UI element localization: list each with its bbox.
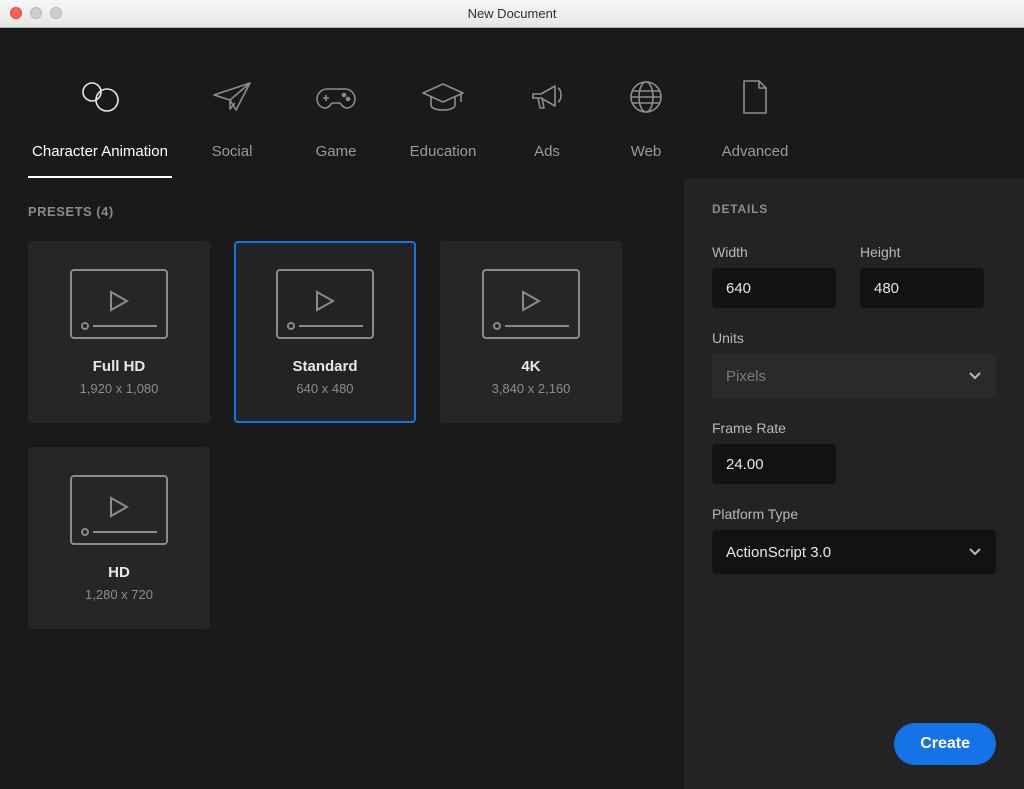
character-animation-icon [76,73,124,121]
units-value: Pixels [726,368,766,385]
units-select: Pixels [712,354,996,398]
window-controls [10,7,62,19]
tab-ads[interactable]: Ads [498,58,596,178]
tab-web[interactable]: Web [596,58,696,178]
preset-card-4k[interactable]: 4K 3,840 x 2,160 [440,241,622,423]
titlebar: New Document [0,0,1024,28]
details-pane: DETAILS Width Height Units Pixels [684,178,1024,789]
platform-type-value: ActionScript 3.0 [726,544,831,561]
presets-pane: PRESETS (4) Full HD 1,920 x 1,080 [0,178,684,789]
window-title: New Document [468,6,557,21]
height-label: Height [860,244,984,260]
video-preset-icon [69,268,169,340]
preset-dimensions: 640 x 480 [296,381,353,396]
tab-label: Social [212,143,253,160]
framerate-input[interactable] [712,444,836,484]
preset-name: 4K [521,358,540,375]
preset-dimensions: 1,920 x 1,080 [80,381,159,396]
platform-type-select[interactable]: ActionScript 3.0 [712,530,996,574]
units-label: Units [712,330,996,346]
preset-card-hd[interactable]: HD 1,280 x 720 [28,447,210,629]
presets-heading: PRESETS (4) [28,204,660,219]
height-input[interactable] [860,268,984,308]
tab-education[interactable]: Education [388,58,498,178]
tab-label: Web [631,143,662,160]
details-heading: DETAILS [712,202,996,216]
width-input[interactable] [712,268,836,308]
preset-name: Standard [292,358,357,375]
tab-advanced[interactable]: Advanced [696,58,814,178]
tab-label: Game [316,143,357,160]
preset-grid: Full HD 1,920 x 1,080 Standard 640 x 480 [28,241,660,629]
document-icon [731,73,779,121]
video-preset-icon [69,474,169,546]
chevron-down-icon [968,371,982,381]
zoom-window-button[interactable] [50,7,62,19]
width-label: Width [712,244,836,260]
tab-label: Education [410,143,477,160]
tab-game[interactable]: Game [284,58,388,178]
graduation-cap-icon [419,73,467,121]
gamepad-icon [312,73,360,121]
preset-dimensions: 3,840 x 2,160 [492,381,571,396]
globe-icon [622,73,670,121]
framerate-label: Frame Rate [712,420,996,436]
platform-type-label: Platform Type [712,506,996,522]
tab-label: Ads [534,143,560,160]
tab-social[interactable]: Social [180,58,284,178]
preset-name: Full HD [93,358,146,375]
preset-name: HD [108,564,130,581]
preset-card-full-hd[interactable]: Full HD 1,920 x 1,080 [28,241,210,423]
close-window-button[interactable] [10,7,22,19]
preset-card-standard[interactable]: Standard 640 x 480 [234,241,416,423]
tab-label: Character Animation [32,143,168,160]
chevron-down-icon [968,547,982,557]
tab-character-animation[interactable]: Character Animation [20,58,180,178]
video-preset-icon [275,268,375,340]
category-tabs: Character Animation Social [0,28,1024,178]
paper-plane-icon [208,73,256,121]
create-button[interactable]: Create [894,723,996,765]
minimize-window-button[interactable] [30,7,42,19]
video-preset-icon [481,268,581,340]
preset-dimensions: 1,280 x 720 [85,587,153,602]
megaphone-icon [523,73,571,121]
tab-label: Advanced [722,143,789,160]
